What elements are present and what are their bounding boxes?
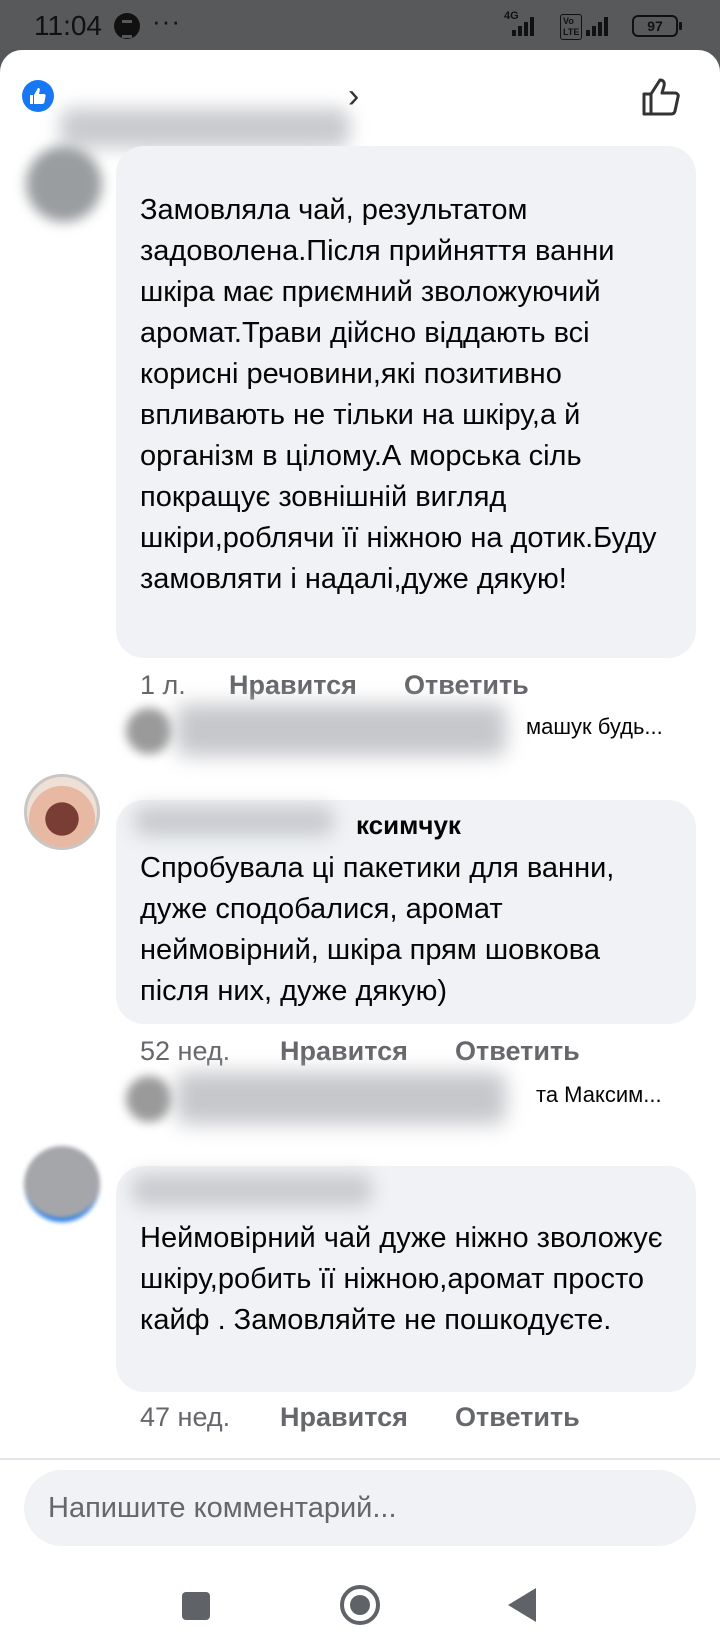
reactors-name-blurred[interactable] [60,108,350,148]
comment-author[interactable]: ксимчук [356,810,461,841]
signal-icon [510,12,538,36]
comments-sheet: › Замовляла чай, результатом задоволена.… [0,50,720,1558]
reply-button[interactable]: Ответить [404,670,529,701]
sheet-header: › [0,50,720,148]
reply-preview[interactable]: та Максим... [116,1068,696,1128]
comment-text: Замовляла чай, результатом задоволена.Пі… [140,194,657,595]
like-button[interactable]: Нравится [229,670,357,701]
comment-bubble[interactable]: ксимчук Спробувала ці пакетики для ванни… [116,800,696,1024]
like-button[interactable]: Нравится [280,1036,408,1067]
comment-text: Спробувала ці пакетики для ванни, дуже с… [140,852,615,1007]
avatar [126,708,172,754]
comment-bubble[interactable]: Замовляла чай, результатом задоволена.Пі… [116,146,696,658]
reply-preview[interactable]: машук будь... [116,700,696,760]
reply-button[interactable]: Ответить [455,1402,580,1433]
status-time: 11:04 [34,10,102,41]
avatar[interactable] [24,774,100,850]
reply-author-blurred [176,704,506,756]
comment-time: 1 л. [140,670,186,700]
comment-time: 47 нед. [140,1402,231,1432]
chevron-right-icon[interactable]: › [348,79,359,113]
comment-input[interactable]: Напишите комментарий... [24,1470,696,1546]
reply-author-blurred [176,1072,506,1124]
reply-preview-text: машук будь... [526,714,663,739]
like-icon [22,80,54,112]
more-notifications-icon: ··· [152,6,181,36]
comment-text: Неймовірний чай дуже ніжно зволожує шкір… [140,1222,663,1336]
comment-author-blurred[interactable] [132,1174,372,1206]
home-button-icon[interactable] [340,1585,380,1625]
avatar[interactable] [24,1146,100,1222]
reply-button[interactable]: Ответить [455,1036,580,1067]
status-bar: 11:04 ··· 4G Vo LTE 97 [0,0,720,50]
volte-label: Vo LTE [560,14,583,40]
back-button-icon[interactable] [508,1588,536,1622]
like-button[interactable]: Нравится [280,1402,408,1433]
comment-bubble[interactable]: Неймовірний чай дуже ніжно зволожує шкір… [116,1166,696,1392]
thumbs-up-outline-icon[interactable] [640,76,682,118]
avatar [126,1076,172,1122]
recents-button-icon[interactable] [182,1592,210,1620]
reply-preview-text: та Максим... [536,1082,662,1107]
composer-divider [0,1458,720,1460]
system-nav-bar [0,1558,720,1650]
comment-author-blurred[interactable] [134,806,334,836]
signal-2-icon [584,12,612,36]
battery-indicator: 97 [632,15,682,37]
notification-badge-icon [114,13,140,39]
comment-time: 52 нед. [140,1036,231,1066]
avatar[interactable] [26,146,102,222]
